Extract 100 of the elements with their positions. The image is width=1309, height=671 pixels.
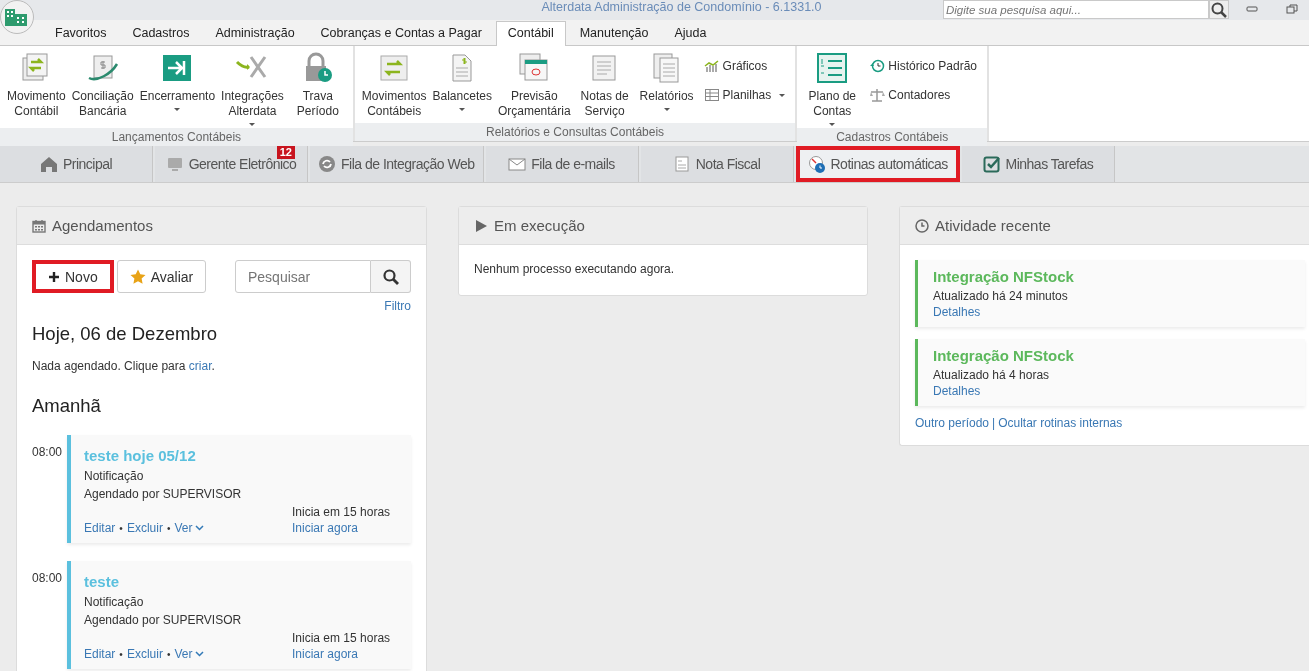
ribbon-button[interactable]: Encerramento — [136, 50, 219, 113]
activity-time: Atualizado há 24 minutos — [933, 288, 1068, 305]
action-link[interactable]: Editar — [84, 647, 116, 661]
search-field[interactable]: Pesquisar — [235, 260, 371, 293]
bar-chart-icon — [703, 58, 720, 74]
scale-icon — [869, 87, 886, 103]
action-link[interactable]: Excluir — [126, 647, 163, 661]
search-button[interactable] — [1209, 0, 1229, 19]
page-tab[interactable]: Fila de e-mails — [485, 146, 639, 182]
chevron-down-icon — [195, 525, 205, 531]
empty-message: Nada agendado. Clique para criar. — [32, 359, 216, 373]
panel-title: Agendamentos — [52, 217, 153, 234]
time-label: 08:00 — [32, 444, 62, 461]
status-message: Nenhum processo executando agora. — [474, 262, 676, 276]
panel-title: Em execução — [494, 217, 585, 234]
panel-title: Atividade recente — [935, 217, 1051, 234]
envelope-icon — [508, 155, 527, 173]
action-link[interactable]: Excluir — [126, 521, 163, 535]
separator-dot: • — [166, 522, 171, 534]
count-badge: 12 — [276, 146, 295, 159]
ribbon-group-label: Cadastros Contábeis — [797, 128, 987, 146]
scheduled-by: Agendado por SUPERVISOR — [84, 486, 243, 503]
house-icon — [39, 155, 58, 173]
star-icon — [129, 269, 146, 284]
create-link[interactable]: criar — [188, 359, 212, 373]
menu-tab[interactable]: Favoritos — [43, 21, 119, 45]
separator: | — [992, 416, 996, 430]
play-icon — [474, 218, 488, 233]
ribbon-button[interactable]: Gráficos — [703, 58, 786, 74]
minimize-icon — [1246, 4, 1258, 14]
caret-icon — [779, 93, 786, 97]
ribbon-button[interactable]: Balancetes — [429, 50, 495, 113]
caret-icon — [174, 108, 181, 111]
action-link[interactable]: Ver — [174, 521, 205, 535]
checked-box-icon — [982, 155, 1001, 173]
page-tab[interactable]: Fila de Integração Web — [310, 146, 484, 182]
ribbon-button[interactable]: Trava Período — [286, 50, 349, 121]
caret-icon — [663, 108, 670, 111]
menu-tab[interactable]: Manutenção — [567, 21, 661, 45]
schedule-type: Notificação — [84, 468, 145, 485]
page-tab[interactable]: Nota Fiscal — [640, 146, 794, 182]
ribbon-button[interactable]: Conciliação Bancária — [68, 50, 137, 121]
menu-tab[interactable]: Administração — [203, 21, 307, 45]
ribbon-group-label: Relatórios e Consultas Contábeis — [354, 123, 796, 141]
plus-icon — [48, 270, 60, 283]
search-button[interactable] — [371, 260, 411, 293]
ribbon-button[interactable]: Histórico Padrão — [869, 58, 977, 74]
search-icon — [382, 268, 399, 285]
ribbon-button[interactable]: Relatórios — [635, 50, 698, 113]
clock-icon — [915, 218, 929, 233]
action-link[interactable]: Editar — [84, 521, 116, 535]
ribbon-group-label: Lançamentos Contábeis — [0, 128, 353, 146]
menu-tab[interactable]: Contábil — [495, 21, 566, 46]
spreadsheet-icon — [703, 87, 720, 103]
filter-link[interactable]: Filtro — [384, 299, 411, 313]
details-link[interactable]: Detalhes — [933, 384, 981, 398]
ribbon-button[interactable]: Previsão Orçamentária — [494, 50, 574, 121]
rate-button[interactable]: Avaliar — [116, 260, 207, 293]
page-tab[interactable]: Minhas Tarefas — [961, 146, 1115, 182]
page-tab[interactable]: Rotinas automáticas — [795, 146, 960, 182]
page-tab[interactable]: Gerente Eletrônico 12 — [155, 146, 308, 182]
caret-icon — [459, 108, 466, 111]
ribbon-button[interactable]: Notas de Serviço — [573, 50, 636, 121]
search-icon — [1211, 1, 1227, 18]
invoice-icon — [672, 155, 691, 173]
day-heading: Hoje, 06 de Dezembro — [32, 323, 219, 345]
activity-title: Integração NFStock — [933, 347, 1074, 364]
separator-dot: • — [166, 648, 171, 660]
details-link[interactable]: Detalhes — [933, 305, 981, 319]
ribbon-button[interactable]: Planilhas — [703, 87, 786, 103]
numbered-list-icon — [815, 52, 850, 84]
circular-arrows-icon — [318, 155, 336, 173]
ribbon-button[interactable]: Contadores — [869, 87, 977, 103]
separator-dot: • — [119, 648, 123, 660]
schedule-type: Notificação — [84, 594, 145, 611]
action-link[interactable]: Ver — [174, 647, 205, 661]
start-time: Inicia em 15 horas — [292, 504, 392, 521]
menu-tab[interactable]: Ajuda — [662, 21, 719, 45]
chevron-down-icon — [195, 651, 205, 657]
separator-dot: • — [119, 522, 123, 534]
monitor-icon — [165, 155, 184, 173]
ribbon-button[interactable]: Movimento Contábil — [4, 50, 69, 121]
restore-icon — [1286, 4, 1298, 14]
ribbon-button[interactable]: Movimentos Contábeis — [358, 50, 430, 121]
start-now-link[interactable]: Iniciar agora — [292, 521, 399, 535]
start-now-link[interactable]: Iniciar agora — [292, 647, 399, 661]
calendar-icon — [32, 218, 46, 233]
menu-tab[interactable]: Cadastros — [120, 21, 202, 45]
footer-link[interactable]: Ocultar rotinas internas — [998, 416, 1123, 430]
scheduled-by: Agendado por SUPERVISOR — [84, 612, 243, 629]
search-field[interactable]: Digite sua pesquisa aqui... — [943, 0, 1209, 19]
ribbon-button[interactable]: Plano de Contas — [801, 50, 864, 128]
menu-tab[interactable]: Cobranças e Contas a Pagar — [308, 21, 494, 45]
new-button[interactable]: Novo — [32, 260, 114, 293]
page-tab[interactable]: Principal — [0, 146, 153, 182]
day-heading: Amanhã — [32, 395, 102, 417]
activity-time: Atualizado há 4 horas — [933, 367, 1050, 384]
footer-link[interactable]: Outro período — [915, 416, 990, 430]
gauge-clock-icon — [807, 155, 826, 173]
start-time: Inicia em 15 horas — [292, 630, 392, 647]
